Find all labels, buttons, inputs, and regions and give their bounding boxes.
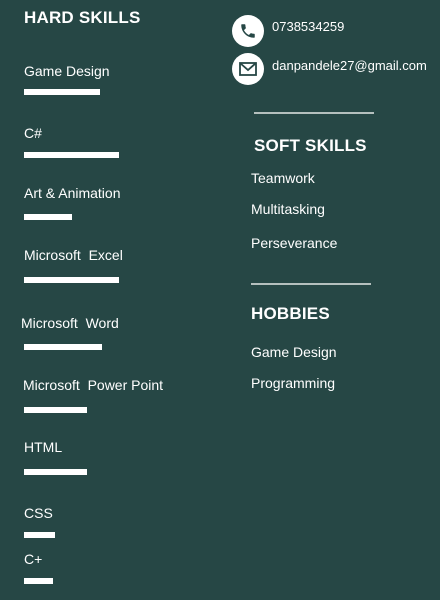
skill-label-css: CSS <box>24 505 53 521</box>
soft-skill-item: Multitasking <box>251 201 325 217</box>
phone-number[interactable]: 0738534259 <box>272 19 344 34</box>
skill-label-art-animation: Art & Animation <box>24 185 121 201</box>
envelope-icon <box>232 53 264 85</box>
hard-skills-title: HARD SKILLS <box>24 8 141 27</box>
skill-label-cplus: C+ <box>24 551 43 567</box>
skill-label-csharp: C# <box>24 125 42 141</box>
skill-label-html: HTML <box>24 439 63 455</box>
skill-bar-art-animation <box>24 214 72 220</box>
skill-bar-css <box>24 532 55 538</box>
email-address[interactable]: danpandele27@gmail.com <box>272 58 427 73</box>
hobbies-title: HOBBIES <box>251 304 330 323</box>
divider-hobbies <box>251 283 371 285</box>
skill-label-excel: Microsoft Excel <box>24 247 123 263</box>
skill-bar-csharp <box>24 152 119 158</box>
hobby-item: Programming <box>251 375 336 391</box>
skill-bar-game-design <box>24 89 100 95</box>
skill-label-game-design: Game Design <box>24 63 110 79</box>
divider-soft-skills <box>254 112 374 114</box>
soft-skill-item: Perseverance <box>251 235 338 251</box>
skill-bar-powerpoint <box>24 407 87 413</box>
soft-skill-item: Teamwork <box>251 170 315 186</box>
phone-icon <box>232 15 264 47</box>
skill-bar-cplus <box>24 578 53 584</box>
skill-bar-excel <box>24 277 119 283</box>
skill-bar-html <box>24 469 87 475</box>
soft-skills-title: SOFT SKILLS <box>254 136 367 155</box>
skill-bar-word <box>24 344 102 350</box>
skill-label-powerpoint: Microsoft Power Point <box>23 377 164 393</box>
skill-label-word: Microsoft Word <box>21 315 119 331</box>
hobby-item: Game Design <box>251 344 337 360</box>
